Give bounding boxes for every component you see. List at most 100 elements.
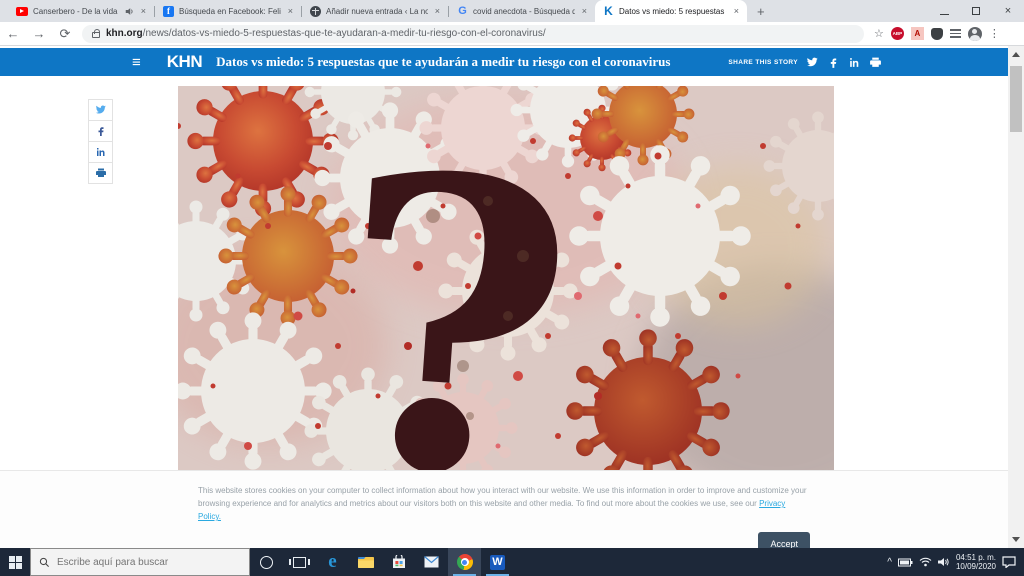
page-scrollbar[interactable]: [1008, 46, 1024, 548]
hamburger-menu-icon[interactable]: ≡: [132, 54, 141, 71]
adblock-extension-icon[interactable]: ABP: [891, 27, 904, 40]
window-close-button[interactable]: ×: [992, 0, 1024, 22]
cortana-icon: [260, 556, 273, 569]
window-minimize-button[interactable]: [928, 0, 960, 22]
scrollbar-down-arrow[interactable]: [1012, 537, 1020, 542]
print-icon: [95, 167, 107, 179]
address-bar[interactable]: khn.org/news/datos-vs-miedo-5-respuestas…: [82, 25, 864, 43]
start-button[interactable]: [0, 548, 30, 576]
tab-youtube[interactable]: Canserbero - De la vida com ×: [8, 0, 154, 22]
khn-favicon: K: [603, 6, 614, 17]
tab-facebook[interactable]: f Búsqueda en Facebook: Felipe A ×: [155, 0, 301, 22]
rail-linkedin-button[interactable]: [88, 141, 113, 163]
cortana-button[interactable]: [250, 548, 283, 576]
browser-tabstrip: Canserbero - De la vida com × f Búsqueda…: [0, 0, 1024, 22]
article-title: Datos vs miedo: 5 respuestas que te ayud…: [216, 54, 670, 70]
extension-icon[interactable]: [931, 28, 943, 40]
youtube-icon: [16, 7, 28, 16]
cookie-banner: This website stores cookies on your comp…: [0, 470, 1008, 548]
file-explorer-icon: [358, 556, 374, 569]
tab-title: Datos vs miedo: 5 respuestas qu: [619, 7, 727, 16]
clock-time: 04:51 p. m.: [956, 553, 996, 562]
linkedin-share-icon[interactable]: [848, 56, 861, 69]
action-center-button[interactable]: [1002, 556, 1016, 568]
article-hero-image: ?: [178, 86, 834, 470]
edge-icon: e: [328, 551, 336, 573]
bookmark-star-icon[interactable]: ☆: [874, 27, 884, 40]
tab-title: Canserbero - De la vida com: [33, 7, 120, 16]
tab-list: Canserbero - De la vida com × f Búsqueda…: [0, 0, 775, 22]
wifi-icon[interactable]: [919, 557, 932, 567]
edge-button[interactable]: e: [316, 548, 349, 576]
facebook-share-icon[interactable]: [827, 56, 840, 69]
forward-button[interactable]: →: [26, 26, 52, 41]
pdf-extension-icon[interactable]: A: [911, 27, 924, 40]
chrome-taskbar-button[interactable]: [448, 548, 481, 576]
new-tab-button[interactable]: +: [747, 4, 775, 19]
reload-button[interactable]: ⟳: [52, 26, 78, 42]
rail-twitter-button[interactable]: [88, 99, 113, 121]
tab-close-button[interactable]: ×: [732, 7, 741, 16]
google-icon: G: [457, 6, 468, 17]
word-taskbar-button[interactable]: W: [481, 548, 514, 576]
system-tray: ^ 04:51 p. m. 10/09/2020: [887, 548, 1024, 576]
windows-logo-icon: [9, 556, 22, 569]
search-icon: [39, 557, 50, 568]
twitter-icon: [95, 104, 107, 116]
site-logo[interactable]: KHN: [167, 52, 202, 72]
rail-facebook-button[interactable]: [88, 120, 113, 142]
print-share-icon[interactable]: [869, 56, 882, 69]
url-domain: khn.org: [106, 28, 143, 39]
search-input[interactable]: [57, 557, 227, 568]
facebook-icon: f: [163, 6, 174, 17]
site-header: ≡ KHN Datos vs miedo: 5 respuestas que t…: [0, 48, 1008, 76]
tab-close-button[interactable]: ×: [286, 7, 295, 16]
tray-chevron-icon[interactable]: ^: [887, 557, 892, 568]
lock-icon[interactable]: [92, 32, 100, 38]
file-explorer-button[interactable]: [349, 548, 382, 576]
rail-print-button[interactable]: [88, 162, 113, 184]
tab-google-search[interactable]: G covid anecdota - Búsqueda de G ×: [449, 0, 595, 22]
cookie-message: This website stores cookies on your comp…: [198, 484, 810, 523]
tab-audio-icon[interactable]: [125, 7, 134, 16]
battery-icon[interactable]: [898, 558, 913, 567]
tab-title: Búsqueda en Facebook: Felipe A: [179, 7, 281, 16]
window-maximize-button[interactable]: [960, 0, 992, 22]
windows-taskbar: e W ^: [0, 548, 1024, 576]
tab-wordpress[interactable]: Añadir nueva entrada ‹ La notici ×: [302, 0, 448, 22]
tab-close-button[interactable]: ×: [433, 7, 442, 16]
word-icon: W: [490, 555, 505, 570]
extension-area: ☆ ABP A ⋮: [874, 27, 1000, 41]
url-path: /news/datos-vs-miedo-5-respuestas-que-te…: [143, 28, 546, 39]
taskbar-search[interactable]: [30, 548, 250, 576]
share-rail: [88, 100, 113, 184]
taskbar-clock[interactable]: 04:51 p. m. 10/09/2020: [956, 553, 996, 571]
question-mark: ?: [320, 86, 587, 470]
facebook-icon: [95, 125, 107, 137]
share-block: SHARE THIS STORY: [728, 56, 882, 69]
clock-date: 10/09/2020: [956, 562, 996, 571]
speaker-icon[interactable]: [938, 557, 950, 567]
microsoft-store-button[interactable]: [382, 548, 415, 576]
linkedin-icon: [95, 146, 107, 158]
tab-close-button[interactable]: ×: [139, 7, 148, 16]
mail-button[interactable]: [415, 548, 448, 576]
mail-icon: [424, 556, 439, 568]
task-view-button[interactable]: [283, 548, 316, 576]
minimize-icon: [940, 14, 949, 15]
scrollbar-up-arrow[interactable]: [1012, 52, 1020, 57]
list-extension-icon[interactable]: [950, 29, 961, 38]
cookie-message-text: This website stores cookies on your comp…: [198, 486, 807, 508]
page-viewport: ≡ KHN Datos vs miedo: 5 respuestas que t…: [0, 46, 1024, 548]
scrollbar-thumb[interactable]: [1010, 66, 1022, 132]
tab-khn-active[interactable]: K Datos vs miedo: 5 respuestas qu ×: [595, 0, 747, 22]
tab-title: Añadir nueva entrada ‹ La notici: [326, 7, 428, 16]
twitter-share-icon[interactable]: [806, 56, 819, 69]
chrome-icon: [457, 554, 473, 570]
svg-text:?: ?: [320, 86, 587, 470]
chrome-menu-icon[interactable]: ⋮: [989, 27, 1000, 40]
back-button[interactable]: ←: [0, 26, 26, 41]
tab-close-button[interactable]: ×: [580, 7, 589, 16]
profile-avatar[interactable]: [968, 27, 982, 41]
globe-icon: [310, 6, 321, 17]
